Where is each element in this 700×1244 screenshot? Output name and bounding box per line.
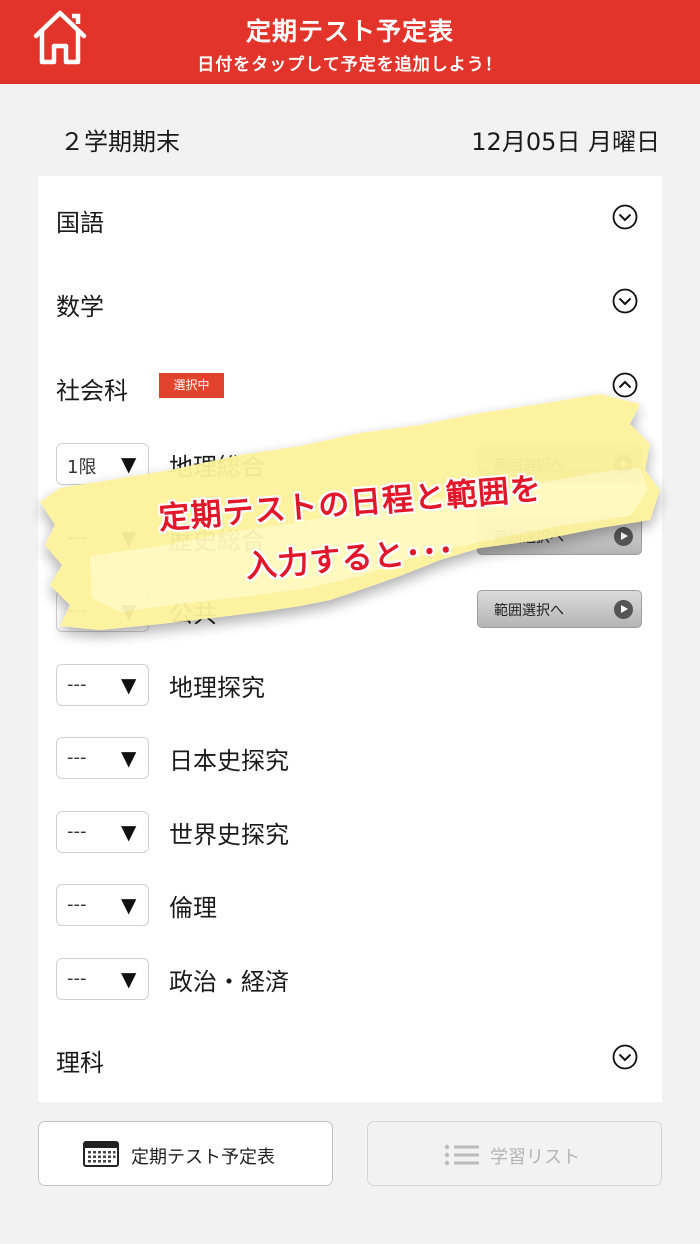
course-row: --- ▼ 公共 範囲選択へ	[56, 590, 646, 632]
period-value: ---	[67, 747, 87, 768]
dropdown-arrow-icon: ▼	[121, 746, 137, 770]
chevron-down-icon[interactable]	[612, 1044, 638, 1070]
page-title: 定期テスト予定表	[245, 17, 454, 46]
chevron-up-icon[interactable]	[612, 372, 638, 398]
course-name: 地理探究	[169, 674, 265, 702]
subject-science[interactable]: 理科	[56, 1043, 104, 1078]
range-select-label: 範囲選択へ	[494, 603, 564, 619]
term-name[interactable]: ２学期期末	[60, 122, 180, 157]
schedule-button-label: 定期テスト予定表	[131, 1147, 275, 1168]
play-icon	[614, 527, 633, 546]
chevron-down-icon[interactable]	[612, 204, 638, 230]
period-select[interactable]: --- ▼	[56, 811, 149, 853]
selected-badge: 選択中	[159, 373, 224, 398]
period-select[interactable]: --- ▼	[56, 590, 149, 632]
period-value: 1限	[67, 457, 97, 478]
course-name: 日本史探究	[169, 747, 289, 775]
period-value: ---	[67, 821, 87, 842]
course-row: --- ▼ 倫理	[56, 884, 646, 926]
app-header: 定期テスト予定表 日付をタップして予定を追加しよう！	[0, 0, 700, 84]
period-value: ---	[67, 968, 87, 989]
course-row: --- ▼ 政治・経済	[56, 958, 646, 1000]
play-icon	[614, 455, 633, 474]
dropdown-arrow-icon: ▼	[121, 599, 137, 623]
period-value: ---	[67, 600, 87, 621]
course-row: --- ▼ 世界史探究	[56, 811, 646, 853]
period-value: ---	[67, 674, 87, 695]
range-select-button[interactable]: 範囲選択へ	[477, 590, 642, 628]
study-list-button-label: 学習リスト	[490, 1147, 580, 1168]
list-icon	[444, 1144, 479, 1166]
dropdown-arrow-icon: ▼	[121, 893, 137, 917]
course-row: --- ▼ 地理探究	[56, 664, 646, 706]
course-name: 公共	[169, 600, 217, 628]
dropdown-arrow-icon: ▼	[121, 673, 137, 697]
subject-math[interactable]: 数学	[56, 287, 104, 322]
dropdown-arrow-icon: ▼	[121, 452, 137, 476]
dropdown-arrow-icon: ▼	[121, 820, 137, 844]
period-select[interactable]: 1限 ▼	[56, 443, 149, 485]
period-select[interactable]: --- ▼	[56, 664, 149, 706]
play-icon	[614, 600, 633, 619]
course-name: 世界史探究	[169, 821, 289, 849]
course-name: 政治・経済	[169, 968, 289, 996]
calendar-icon	[83, 1141, 119, 1167]
subject-social-studies[interactable]: 社会科	[56, 371, 128, 406]
schedule-button[interactable]: 定期テスト予定表	[38, 1121, 333, 1186]
period-value: ---	[67, 527, 87, 548]
period-select[interactable]: --- ▼	[56, 884, 149, 926]
period-select[interactable]: --- ▼	[56, 737, 149, 779]
test-date[interactable]: 12月05日 月曜日	[471, 122, 660, 157]
course-name: 地理総合	[169, 453, 265, 481]
subject-japanese[interactable]: 国語	[56, 203, 104, 238]
chevron-down-icon[interactable]	[612, 288, 638, 314]
period-select[interactable]: --- ▼	[56, 958, 149, 1000]
dropdown-arrow-icon: ▼	[121, 967, 137, 991]
page-subtitle: 日付をタップして予定を追加しよう！	[197, 55, 503, 75]
course-name: 倫理	[169, 894, 217, 922]
period-value: ---	[67, 894, 87, 915]
course-row: --- ▼ 日本史探究	[56, 737, 646, 779]
study-list-button[interactable]: 学習リスト	[367, 1121, 662, 1186]
